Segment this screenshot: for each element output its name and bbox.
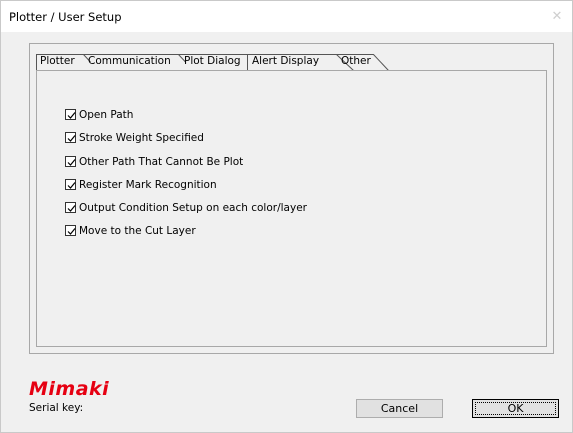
logo-text: Mimaki (29, 378, 109, 398)
window-title: Plotter / User Setup (9, 10, 122, 24)
checkbox-checked-icon[interactable] (65, 179, 76, 190)
checkbox-checked-icon[interactable] (65, 132, 76, 143)
option-label: Other Path That Cannot Be Plot (79, 156, 244, 168)
tab-strip: Plotter Communication Plot Dialog Alert … (36, 54, 426, 71)
tab-other[interactable]: Other (339, 54, 373, 70)
option-label: Stroke Weight Specified (79, 132, 204, 144)
option-label: Move to the Cut Layer (79, 225, 196, 237)
close-icon[interactable]: ✕ (542, 1, 572, 32)
alert-display-panel: Open Path Stroke Weight Specified Other … (36, 70, 547, 347)
tab-alert-display[interactable]: Alert Display (250, 54, 321, 70)
ok-button[interactable]: OK (472, 399, 559, 418)
title-bar: Plotter / User Setup ✕ (1, 1, 572, 32)
checkbox-checked-icon[interactable] (65, 225, 76, 236)
cancel-button[interactable]: Cancel (356, 399, 443, 418)
tab-plotter[interactable]: Plotter (38, 54, 77, 70)
tab-plot-dialog[interactable]: Plot Dialog (182, 54, 243, 70)
option-label: Register Mark Recognition (79, 179, 217, 191)
settings-frame: Plotter Communication Plot Dialog Alert … (29, 43, 554, 354)
option-label: Output Condition Setup on each color/lay… (79, 202, 307, 214)
setup-dialog: Plotter / User Setup ✕ Plotter Communica… (0, 0, 573, 433)
checkbox-checked-icon[interactable] (65, 202, 76, 213)
mimaki-logo-wordmark: Mimaki (29, 378, 109, 400)
checkbox-checked-icon[interactable] (65, 156, 76, 167)
checkbox-checked-icon[interactable] (65, 109, 76, 120)
mimaki-logo: Mimaki (29, 378, 139, 401)
tab-communication[interactable]: Communication (86, 54, 173, 70)
option-label: Open Path (79, 109, 134, 121)
serial-key-label: Serial key: (29, 402, 84, 414)
